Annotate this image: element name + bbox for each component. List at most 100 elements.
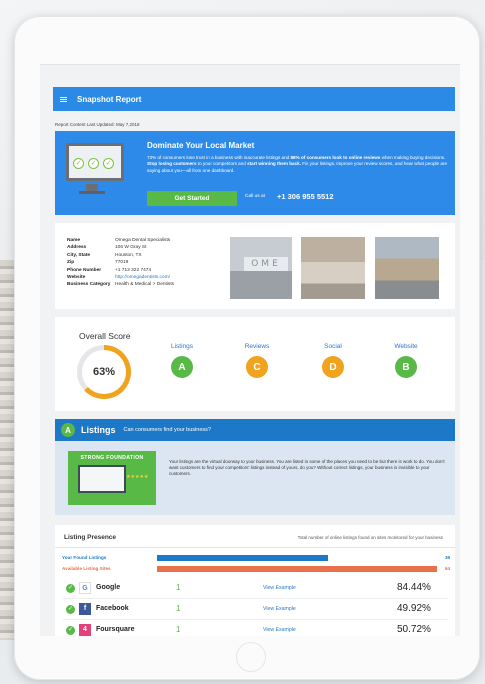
listing-presence-title: Listing Presence [64,534,117,541]
score-grade-badge: B [395,356,417,378]
business-photo-street[interactable] [375,237,439,299]
business-detail-label: Address [67,245,87,251]
report-screen: Snapshot Report Report Content Last Upda… [40,64,460,636]
business-detail-value[interactable]: http://omegadentists.com/ [115,274,170,281]
listings-grade-badge: A [61,423,75,437]
listings-description: Your listings are the virtual doorway to… [169,459,445,477]
listings-question: Can consumers find your business? [123,427,211,433]
found-listings-bar [157,555,328,561]
found-listings-count: 39 [445,555,451,560]
score-category-listings[interactable]: Listings A [157,343,207,378]
strong-foundation-illustration: STRONG FOUNDATION ★★★★★ [68,451,156,505]
business-detail-label: City, State [67,252,91,258]
home-button[interactable] [236,642,266,672]
business-detail-label: Phone Number [67,267,102,273]
overall-score-title: Overall Score [79,331,131,341]
check-icon: ✓ [73,158,84,169]
listing-site-percent: 84.44% [397,582,431,593]
listing-site-row: ✓ f Facebook 1 View Example 49.92% [63,600,448,620]
hero-text-bold: Stop losing customers [147,161,197,167]
business-detail-value: Health & Medical > Dentists [115,282,175,288]
listings-header: A Listings Can consumers find your busin… [55,419,455,441]
facebook-logo-icon: f [79,603,91,615]
browser-illustration-icon [78,465,126,493]
check-icon: ✓ [66,584,75,593]
listing-site-name: Google [96,584,121,591]
hero-phone-number[interactable]: +1 306 955 5512 [277,192,334,201]
monitor-icon: ✓ ✓ ✓ [66,143,124,181]
score-value: 63% [82,350,126,394]
business-detail-row: Business Category Health & Medical > Dent… [67,281,174,288]
business-details: Name Omega Dental Specialists Address 106 W… [67,237,174,289]
score-grade-badge: A [171,356,193,378]
business-detail-label: Name [67,238,81,243]
score-category-label: Social [324,343,342,350]
listing-site-count: 1 [176,583,181,592]
app-header: Snapshot Report [53,87,455,111]
score-category-label: Listings [170,343,194,350]
business-detail-row: Name Omega Dental Specialists [67,237,174,244]
strong-foundation-label: STRONG FOUNDATION [80,455,144,461]
business-detail-label: Website [67,275,86,281]
check-icon: ✓ [66,626,75,635]
business-photo-interior[interactable] [301,237,365,299]
found-listings-label: Your Found Listings [62,555,107,560]
listing-site-name: Foursquare [96,626,135,633]
business-sign: OME [244,257,288,271]
listing-presence-subtitle: Total number of online listings found on… [297,535,443,540]
business-detail-row: Address 106 W Gray St [67,244,174,251]
check-icon: ✓ [103,158,114,169]
business-photo-exterior[interactable]: OME [230,237,292,299]
hero-banner: ✓ ✓ ✓ Dominate Your Local Market 73% of … [55,131,455,215]
view-example-link[interactable]: View Example [263,606,296,612]
listing-site-row: ✓ 4 Foursquare 1 View Example 50.72% [63,621,448,636]
hero-title: Dominate Your Local Market [147,141,255,150]
score-category-website[interactable]: Website B [381,343,431,378]
listing-site-count: 1 [176,625,181,634]
listing-presence-card: Listing Presence Total number of online … [55,525,455,636]
report-updated-text: Report Content Last Updated: May 7,2018 [55,122,140,127]
score-category-social[interactable]: Social D [308,343,358,378]
view-example-link[interactable]: View Example [263,585,296,591]
get-started-button[interactable]: Get Started [147,191,237,206]
business-info-card: Name Omega Dental Specialists Address 106 W… [55,223,455,309]
listings-section: A Listings Can consumers find your busin… [55,419,455,515]
check-icon: ✓ [88,158,99,169]
hero-text-part: when making buying decisions. [380,155,446,160]
score-grade-badge: C [246,356,268,378]
hero-text-bold: 88% of consumers look to online reviews [290,155,381,160]
business-detail-value: Omega Dental Specialists [115,238,171,243]
available-sites-count: 64 [445,566,451,571]
business-detail-value: +1 713 322 7474 [115,267,152,273]
business-detail-value: 106 W Gray St [115,245,147,251]
hero-text-part: 73% of consumers lose trust in a busines… [147,155,291,160]
overall-score-card: Overall Score 63% Listings A Reviews C Socia… [55,317,455,411]
score-category-reviews[interactable]: Reviews C [232,343,282,378]
business-detail-value: 77019 [115,260,129,266]
view-example-link[interactable]: View Example [263,627,296,633]
divider [55,547,455,548]
foursquare-logo-icon: 4 [79,624,91,636]
google-logo-icon: G [79,582,91,594]
stars-icon: ★★★★★ [126,474,149,480]
score-category-label: Reviews [244,343,270,350]
score-grade-badge: D [322,356,344,378]
available-sites-bar [157,566,437,572]
available-sites-label: Available Listing Sites [62,566,111,571]
business-detail-row: Website http://omegadentists.com/ [67,274,174,281]
business-detail-label: Business Category [67,282,111,288]
listing-site-count: 1 [176,604,181,613]
hero-text-part: to your competitors and [196,161,248,167]
score-ring: 63% [77,345,131,399]
hero-text-bold: start winning them back. [247,161,301,167]
check-icon: ✓ [66,605,75,614]
score-category-label: Website [394,343,418,350]
business-detail-row: Phone Number +1 713 322 7474 [67,267,174,274]
business-detail-row: City, State Houston, TX [67,252,174,259]
business-detail-row: Zip 77019 [67,259,174,266]
listing-site-percent: 50.72% [397,624,431,635]
monitor-base [79,191,105,194]
business-detail-value: Houston, TX [115,252,142,258]
hero-description: 73% of consumers lose trust in a busines… [147,155,447,174]
menu-icon[interactable] [60,96,67,102]
